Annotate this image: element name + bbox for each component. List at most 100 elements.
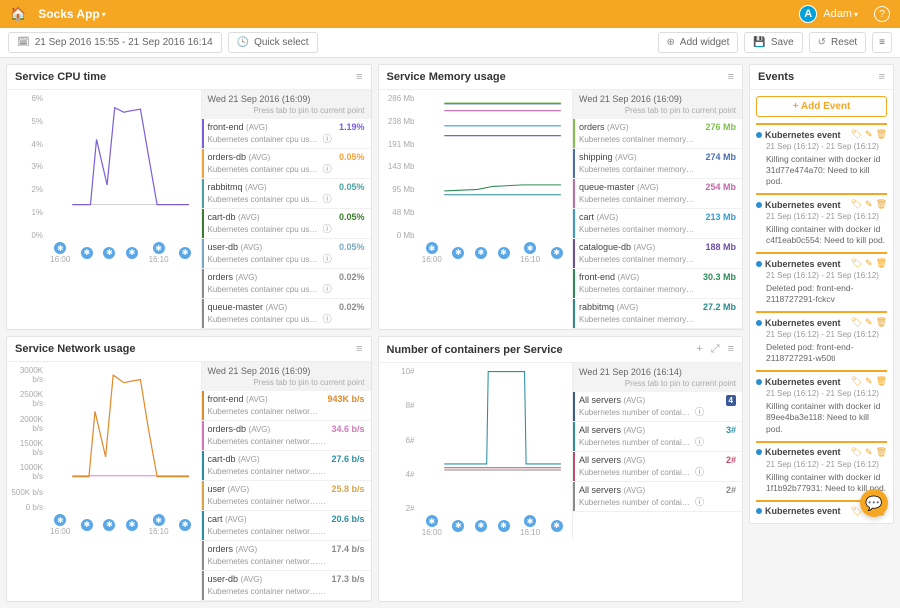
legend-row[interactable]: .lrow[style*='#8a8a8a']::before{backgrou… xyxy=(573,482,742,512)
y-tick: 0 Mb xyxy=(383,231,415,240)
legend-row[interactable]: .lrow[style*='#2a8fa3']::before{backgrou… xyxy=(202,451,371,481)
info-icon[interactable]: ⓘ xyxy=(323,556,327,566)
panel-menu-icon[interactable]: ≡ xyxy=(879,71,885,83)
info-icon[interactable]: ⓘ xyxy=(323,466,327,476)
info-icon[interactable]: ⓘ xyxy=(323,586,327,596)
help-icon[interactable]: ? xyxy=(874,6,890,22)
panel-menu-icon[interactable]: ≡ xyxy=(356,343,362,355)
legend-row[interactable]: .lrow[style*='#4aa3a2']::before{backgrou… xyxy=(202,179,371,209)
legend-name: All servers (AVG) xyxy=(579,425,722,435)
legend-name: orders (AVG) xyxy=(208,272,335,282)
info-icon[interactable]: ⓘ xyxy=(699,164,701,174)
legend-row[interactable]: .lrow[style*='#2a8fa3']::before{backgrou… xyxy=(202,511,371,541)
tag-icon[interactable]: 🏷 xyxy=(851,317,862,328)
info-icon[interactable]: ⓘ xyxy=(323,526,327,536)
expand-icon[interactable]: ⤢ xyxy=(711,343,720,356)
edit-icon[interactable]: ✎ xyxy=(865,447,873,458)
delete-icon[interactable]: 🗑 xyxy=(876,258,887,269)
legend-row[interactable]: .lrow[style*='#7ec14b']::before{backgrou… xyxy=(573,119,742,149)
info-icon[interactable]: ⓘ xyxy=(323,436,327,446)
info-icon[interactable]: ⓘ xyxy=(323,314,332,324)
info-icon[interactable]: ⓘ xyxy=(699,194,701,204)
legend-row[interactable]: .lrow[style*='#d9a447']::before{backgrou… xyxy=(202,481,371,511)
event-item[interactable]: Kubernetes event 🏷 ✎ 🗑 21 Sep (16:12) - … xyxy=(756,370,887,434)
legend-row[interactable]: .lrow[style*='#8a8a8a']::before{backgrou… xyxy=(202,269,371,299)
edit-icon[interactable]: ✎ xyxy=(865,129,873,140)
edit-icon[interactable]: ✎ xyxy=(865,258,873,269)
x-tick: ✱16:00 xyxy=(422,242,442,264)
edit-icon[interactable]: ✎ xyxy=(865,199,873,210)
user-menu[interactable]: Adam▾ xyxy=(823,8,858,20)
edit-icon[interactable]: ✎ xyxy=(865,317,873,328)
info-icon[interactable]: ⓘ xyxy=(699,134,701,144)
legend-row[interactable]: .lrow[style*='#2e8b57']::before{backgrou… xyxy=(573,269,742,299)
event-item[interactable]: Kubernetes event 🏷 ✎ 🗑 21 Sep (16:12) - … xyxy=(756,252,887,305)
save-button[interactable]: 💾Save xyxy=(744,32,802,53)
add-event-button[interactable]: + Add Event xyxy=(756,96,887,117)
reset-button[interactable]: ↺Reset xyxy=(809,32,867,53)
event-item[interactable]: Kubernetes event 🏷 ✎ 🗑 21 Sep (16:12) - … xyxy=(756,311,887,364)
chart-net[interactable]: 3000K b/s2500K b/s2000K b/s1500K b/s1000… xyxy=(11,366,197,536)
tag-icon[interactable]: 🏷 xyxy=(851,376,862,387)
info-icon[interactable]: ⓘ xyxy=(695,437,704,447)
delete-icon[interactable]: 🗑 xyxy=(876,447,887,458)
info-icon[interactable]: ⓘ xyxy=(323,134,332,144)
info-icon[interactable]: ⓘ xyxy=(323,224,332,234)
event-item[interactable]: Kubernetes event 🏷 ✎ 🗑 21 Sep (16:12) - … xyxy=(756,441,887,494)
chart-mem[interactable]: 286 Mb238 Mb191 Mb143 Mb95 Mb48 Mb0 Mb ✱… xyxy=(383,94,569,264)
edit-icon[interactable]: ✎ xyxy=(865,376,873,387)
delete-icon[interactable]: 🗑 xyxy=(876,317,887,328)
legend-row[interactable]: .lrow[style*='#f2a33c']::before{backgrou… xyxy=(202,149,371,179)
tag-icon[interactable]: 🏷 xyxy=(851,129,862,140)
info-icon[interactable]: ⓘ xyxy=(323,496,327,506)
panel-menu-icon[interactable]: ≡ xyxy=(728,71,734,83)
delete-icon[interactable]: 🗑 xyxy=(876,376,887,387)
legend-row[interactable]: .lrow[style*='#2a8fa3']::before{backgrou… xyxy=(573,422,742,452)
legend-row[interactable]: .lrow[style*='#8a8a8a']::before{backgrou… xyxy=(202,571,371,601)
chart-cpu[interactable]: 6%5%4%3%2%1%0% ✱16:00✱✱✱✱16:10✱ xyxy=(11,94,197,264)
tag-icon[interactable]: 🏷 xyxy=(851,199,862,210)
info-icon[interactable]: ⓘ xyxy=(699,254,701,264)
legend-row[interactable]: .lrow[style*='#d177b8']::before{backgrou… xyxy=(202,421,371,451)
info-icon[interactable]: ⓘ xyxy=(323,194,332,204)
info-icon[interactable]: ⓘ xyxy=(323,254,332,264)
info-icon[interactable]: ⓘ xyxy=(695,407,704,417)
app-title[interactable]: Socks App xyxy=(38,7,100,21)
tag-icon[interactable]: 🏷 xyxy=(851,447,862,458)
panel-menu-icon[interactable]: ≡ xyxy=(356,71,362,83)
panel-menu-icon[interactable]: ≡ xyxy=(728,343,734,356)
legend-row[interactable]: .lrow[style*='#8a8a8a']::before{backgrou… xyxy=(202,541,371,571)
delete-icon[interactable]: 🗑 xyxy=(876,199,887,210)
add-series-icon[interactable]: + xyxy=(696,343,702,356)
layout-menu-button[interactable]: ≡ xyxy=(872,32,892,53)
legend-row[interactable]: .lrow[style*='#c04a6b']::before{backgrou… xyxy=(573,452,742,482)
chart-cnt[interactable]: 10#8#6#4#2# ✱16:00✱✱✱✱16:10✱ xyxy=(383,367,569,537)
tag-icon[interactable]: 🏷 xyxy=(851,258,862,269)
chat-bubble[interactable]: 💬 xyxy=(860,489,888,517)
quick-select-button[interactable]: 🕓Quick select xyxy=(228,32,318,53)
legend-row[interactable]: .lrow[style*='#3a7d2e']::before{backgrou… xyxy=(202,209,371,239)
legend-row[interactable]: .lrow[style*='#4a6fb3']::before{backgrou… xyxy=(573,149,742,179)
delete-icon[interactable]: 🗑 xyxy=(876,129,887,140)
app-caret-icon[interactable]: ▾ xyxy=(102,10,106,19)
legend-row[interactable]: .lrow[style*='#7aa6c2']::before{backgrou… xyxy=(202,239,371,269)
legend-row[interactable]: .lrow[style*='#e08a2a']::before{backgrou… xyxy=(202,391,371,421)
info-icon[interactable]: ⓘ xyxy=(695,497,704,507)
info-icon[interactable]: ⓘ xyxy=(323,284,332,294)
legend-row[interactable]: .lrow[style*='#8a8a8a']::before{backgrou… xyxy=(202,299,371,329)
event-item[interactable]: Kubernetes event 🏷 ✎ 🗑 21 Sep (16:12) - … xyxy=(756,193,887,246)
add-widget-button[interactable]: ⊕Add widget xyxy=(658,32,739,53)
legend-row[interactable]: .lrow[style*='#2e8b8b']::before{backgrou… xyxy=(573,299,742,329)
home-icon[interactable]: 🏠 xyxy=(10,6,26,22)
time-range-picker[interactable]: 🗓21 Sep 2016 15:55 - 21 Sep 2016 16:14 xyxy=(8,32,222,53)
legend-row[interactable]: .lrow[style*='#7b5fd9']::before{backgrou… xyxy=(202,119,371,149)
info-icon[interactable]: ⓘ xyxy=(699,224,701,234)
legend-row[interactable]: .lrow[style*='#3a9bd1']::before{backgrou… xyxy=(573,209,742,239)
legend-row[interactable]: .lrow[style*='#3b5998']::before{backgrou… xyxy=(573,392,742,422)
legend-row[interactable]: .lrow[style*='#c06aa8']::before{backgrou… xyxy=(573,179,742,209)
event-item[interactable]: Kubernetes event 🏷 ✎ 🗑 21 Sep (16:12) - … xyxy=(756,123,887,187)
info-icon[interactable]: ⓘ xyxy=(695,467,704,477)
info-icon[interactable]: ⓘ xyxy=(323,164,332,174)
avatar[interactable]: A xyxy=(799,5,817,23)
legend-row[interactable]: .lrow[style*='#6a4fa3']::before{backgrou… xyxy=(573,239,742,269)
